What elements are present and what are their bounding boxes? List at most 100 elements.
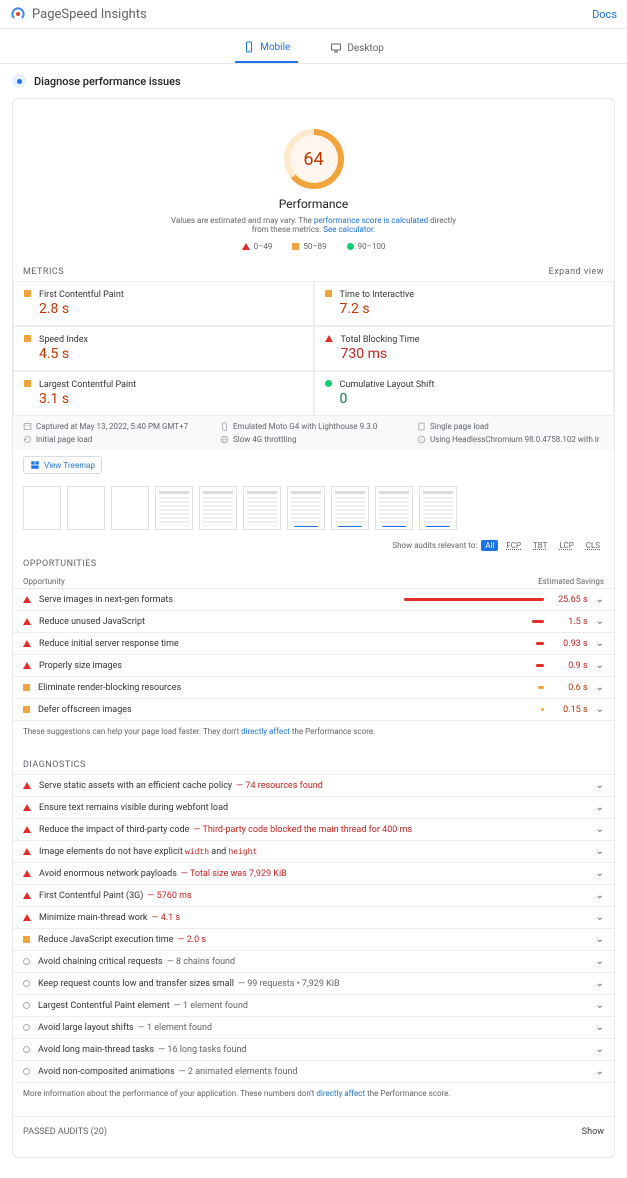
- diagnostic-name: Avoid enormous network payloads — Total …: [39, 869, 588, 879]
- chevron-down-icon: ⌄: [596, 1000, 604, 1011]
- metric-item: Speed Index4.5 s: [13, 326, 314, 371]
- mobile-icon: [243, 41, 255, 53]
- diagnostic-row[interactable]: Keep request counts low and transfer siz…: [13, 972, 614, 994]
- savings-bar: [532, 620, 544, 623]
- directly-affect-link[interactable]: directly affect: [241, 727, 290, 736]
- diagnostic-name: Serve static assets with an efficient ca…: [39, 781, 588, 791]
- view-treemap-button[interactable]: View Treemap: [23, 456, 102, 474]
- docs-link[interactable]: Docs: [592, 8, 617, 21]
- tab-mobile-label: Mobile: [260, 42, 290, 53]
- filter-fcp[interactable]: FCP: [502, 540, 525, 551]
- filter-all[interactable]: All: [481, 540, 498, 551]
- metric-item: First Contentful Paint2.8 s: [13, 281, 314, 326]
- diagnostic-row[interactable]: Reduce JavaScript execution time — 2.0 s…: [13, 928, 614, 950]
- savings-value: 0.15 s: [552, 705, 588, 715]
- chevron-down-icon: ⌄: [596, 1044, 604, 1055]
- diagnostic-detail: — 2 animated elements found: [179, 1067, 298, 1077]
- diagnostic-name: Keep request counts low and transfer siz…: [38, 979, 588, 989]
- diagnostic-row[interactable]: Ensure text remains visible during webfo…: [13, 796, 614, 818]
- square-orange-icon: [292, 243, 299, 250]
- circle-gray-icon: [23, 980, 30, 987]
- diagnostic-detail: — 74 resources found: [236, 781, 323, 791]
- diagnostic-row[interactable]: Largest Contentful Paint element — 1 ele…: [13, 994, 614, 1016]
- triangle-red-icon: [325, 335, 333, 342]
- savings-value: 25.65 s: [552, 595, 588, 605]
- audit-filter: Show audits relevant to: All FCP TBT LCP…: [13, 536, 614, 555]
- diagnostic-detail: — 99 requests • 7,929 KiB: [238, 979, 340, 989]
- opportunity-row[interactable]: Serve images in next-gen formats25.65 s⌄: [13, 588, 614, 610]
- diagnostic-detail: — Total size was 7,929 KiB: [181, 869, 287, 879]
- opportunity-name: Defer offscreen images: [38, 705, 396, 715]
- opportunity-row[interactable]: Defer offscreen images0.15 s⌄: [13, 698, 614, 721]
- savings-bar: [538, 686, 544, 689]
- tab-desktop[interactable]: Desktop: [322, 37, 392, 63]
- opp-col-savings: Estimated Savings: [538, 577, 604, 586]
- chevron-down-icon: ⌄: [596, 638, 604, 649]
- square-orange-icon: [23, 706, 30, 713]
- diagnostic-row[interactable]: Minimize main-thread work — 4.1 s⌄: [13, 906, 614, 928]
- triangle-red-icon: [23, 826, 31, 833]
- filmstrip-frame: [375, 486, 413, 530]
- savings-bar: [541, 708, 544, 711]
- diagnostic-detail: — 2.0 s: [177, 935, 206, 945]
- diagnostic-row[interactable]: Avoid long main-thread tasks — 16 long t…: [13, 1038, 614, 1060]
- diagnostic-row[interactable]: Image elements do not have explicit widt…: [13, 840, 614, 862]
- diagnose-dot-icon: [12, 74, 26, 88]
- see-calc-link[interactable]: See calculator.: [323, 225, 375, 234]
- filmstrip-frame: [199, 486, 237, 530]
- diagnostic-name: Image elements do not have explicit widt…: [39, 847, 588, 857]
- filter-cls[interactable]: CLS: [582, 540, 604, 551]
- circle-gray-icon: [23, 1024, 30, 1031]
- circle-gray-icon: [23, 958, 30, 965]
- triangle-red-icon: [23, 914, 31, 921]
- diagnostic-row[interactable]: Avoid chaining critical requests — 8 cha…: [13, 950, 614, 972]
- passed-audits-row[interactable]: PASSED AUDITS (20) Show: [13, 1116, 614, 1147]
- chevron-down-icon: ⌄: [596, 682, 604, 693]
- diagnostic-detail: — 8 chains found: [167, 957, 235, 967]
- diagnostic-row[interactable]: Reduce the impact of third-party code — …: [13, 818, 614, 840]
- chevron-down-icon: ⌄: [596, 890, 604, 901]
- metric-name: Total Blocking Time: [341, 335, 604, 345]
- opportunity-row[interactable]: Reduce initial server response time0.93 …: [13, 632, 614, 654]
- directly-affect-link2[interactable]: directly affect: [316, 1089, 365, 1098]
- chevron-down-icon: ⌄: [596, 780, 604, 791]
- capture-info: Captured at May 13, 2022, 5:40 PM GMT+7 …: [13, 416, 614, 450]
- diagnostic-detail: — 16 long tasks found: [158, 1045, 246, 1055]
- opportunity-row[interactable]: Properly size images0.9 s⌄: [13, 654, 614, 676]
- metric-name: Largest Contentful Paint: [39, 380, 303, 390]
- page-icon: [417, 422, 426, 431]
- performance-label: Performance: [279, 197, 348, 211]
- metrics-grid: First Contentful Paint2.8 sTime to Inter…: [13, 281, 614, 416]
- diagnostic-row[interactable]: Serve static assets with an efficient ca…: [13, 774, 614, 796]
- circle-green-icon: [347, 243, 354, 250]
- chevron-down-icon: ⌄: [596, 978, 604, 989]
- performance-note: Values are estimated and may vary. The p…: [164, 216, 464, 234]
- opportunity-name: Reduce unused JavaScript: [39, 617, 396, 627]
- filmstrip-frame: [155, 486, 193, 530]
- filter-lcp[interactable]: LCP: [555, 540, 577, 551]
- opportunities-footnote: These suggestions can help your page loa…: [13, 721, 614, 736]
- metric-value: 0: [340, 391, 604, 407]
- circle-gray-icon: [23, 1068, 30, 1075]
- expand-view-link[interactable]: Expand view: [549, 267, 604, 277]
- metric-value: 7.2 s: [340, 301, 604, 317]
- passed-show-toggle[interactable]: Show: [582, 1127, 604, 1137]
- diagnostic-row[interactable]: First Contentful Paint (3G) — 5760 ms⌄: [13, 884, 614, 906]
- diagnostic-name: Avoid chaining critical requests — 8 cha…: [38, 957, 588, 967]
- diagnostic-row[interactable]: Avoid enormous network payloads — Total …: [13, 862, 614, 884]
- device-tabs: Mobile Desktop: [0, 29, 627, 64]
- chevron-down-icon: ⌄: [596, 616, 604, 627]
- savings-bar: [404, 598, 544, 601]
- calc-link[interactable]: performance score is calculated: [314, 216, 428, 225]
- diagnostic-row[interactable]: Avoid non-composited animations — 2 anim…: [13, 1060, 614, 1083]
- opportunity-row[interactable]: Reduce unused JavaScript1.5 s⌄: [13, 610, 614, 632]
- diagnostic-row[interactable]: Avoid large layout shifts — 1 element fo…: [13, 1016, 614, 1038]
- metric-name: Speed Index: [39, 335, 303, 345]
- score-value: 64: [303, 149, 323, 170]
- tab-mobile[interactable]: Mobile: [235, 37, 298, 63]
- metrics-heading: METRICS: [23, 267, 64, 277]
- opportunity-row[interactable]: Eliminate render-blocking resources0.6 s…: [13, 676, 614, 698]
- triangle-red-icon: [23, 782, 31, 789]
- filter-tbt[interactable]: TBT: [529, 540, 551, 551]
- opportunity-name: Reduce initial server response time: [39, 639, 396, 649]
